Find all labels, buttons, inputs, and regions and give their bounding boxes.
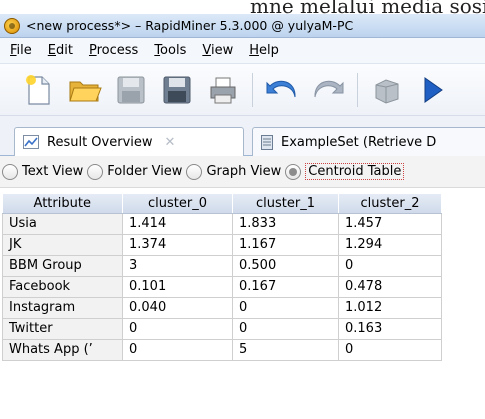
value-cell: 1.457 (338, 212, 442, 235)
value-cell: 1.012 (338, 296, 442, 319)
operator-icon[interactable] (370, 73, 404, 107)
value-cell: 1.374 (122, 233, 233, 256)
value-cell: 0.163 (338, 317, 442, 340)
value-cell: 1.414 (122, 212, 233, 235)
table-header-row: Attribute cluster_0 cluster_1 cluster_2 (2, 194, 442, 214)
menu-process[interactable]: Process (89, 43, 138, 58)
value-cell: 0 (232, 296, 339, 319)
tab-label: ExampleSet (Retrieve D (281, 134, 437, 150)
value-cell: 1.833 (232, 212, 339, 235)
attribute-cell: Facebook (2, 275, 123, 298)
value-cell: 0 (122, 317, 233, 340)
value-cell: 3 (122, 254, 233, 277)
table-row[interactable]: Usia 1.414 1.833 1.457 (2, 212, 442, 235)
menu-help[interactable]: Help (249, 43, 279, 58)
tab-label: Result Overview (47, 134, 153, 150)
attribute-cell: BBM Group (2, 254, 123, 277)
value-cell: 0 (338, 254, 442, 277)
value-cell: 0.101 (122, 275, 233, 298)
menu-file[interactable]: File (10, 43, 32, 58)
radio-button-selected[interactable] (285, 163, 302, 180)
column-header-cluster-0[interactable]: cluster_0 (122, 194, 233, 214)
result-tab-bar: Result Overview ✕ ExampleSet (Retrieve D (0, 116, 485, 156)
menu-view[interactable]: View (202, 43, 233, 58)
radio-button[interactable] (186, 163, 203, 180)
attribute-cell: Usia (2, 212, 123, 235)
table-row[interactable]: JK 1.374 1.167 1.294 (2, 233, 442, 256)
background-document-text: mne melalui media sosial menggunaka (0, 0, 485, 14)
chart-icon (23, 135, 39, 149)
centroid-table: Attribute cluster_0 cluster_1 cluster_2 … (2, 194, 442, 361)
radio-button[interactable] (2, 163, 18, 180)
value-cell: 0.500 (232, 254, 339, 277)
tab-exampleset[interactable]: ExampleSet (Retrieve D (252, 127, 485, 156)
radio-folder-view[interactable]: Folder View (87, 163, 182, 180)
run-icon[interactable] (416, 73, 450, 107)
print-icon[interactable] (206, 73, 240, 107)
table-row[interactable]: Facebook 0.101 0.167 0.478 (2, 275, 442, 298)
value-cell: 0.478 (338, 275, 442, 298)
close-icon[interactable]: ✕ (165, 135, 176, 150)
radio-graph-view[interactable]: Graph View (186, 163, 281, 180)
table-row[interactable]: BBM Group 3 0.500 0 (2, 254, 442, 277)
window-title: <new process*> – RapidMiner 5.3.000 @ yu… (26, 18, 354, 33)
value-cell: 1.167 (232, 233, 339, 256)
open-folder-icon[interactable] (68, 73, 102, 107)
save-as-icon[interactable] (160, 73, 194, 107)
attribute-cell: Twitter (2, 317, 123, 340)
toolbar-separator (252, 72, 253, 107)
new-process-icon[interactable] (22, 73, 56, 107)
toolbar (0, 64, 485, 116)
value-cell: 1.294 (338, 233, 442, 256)
value-cell: 0 (122, 338, 233, 361)
column-header-cluster-1[interactable]: cluster_1 (232, 194, 339, 214)
rapidminer-logo-icon (4, 17, 20, 34)
menu-tools[interactable]: Tools (154, 43, 186, 58)
menu-bar: File Edit Process Tools View Help (0, 38, 485, 64)
radio-centroid-table[interactable]: Centroid Table (285, 163, 405, 180)
column-header-cluster-2[interactable]: cluster_2 (338, 194, 442, 214)
view-mode-bar: Text View Folder View Graph View Centroi… (0, 156, 485, 188)
table-row[interactable]: Twitter 0 0 0.163 (2, 317, 442, 340)
table-row[interactable]: Instagram 0.040 0 1.012 (2, 296, 442, 319)
attribute-cell: Instagram (2, 296, 123, 319)
attribute-cell: JK (2, 233, 123, 256)
value-cell: 5 (232, 338, 339, 361)
menu-edit[interactable]: Edit (48, 43, 73, 58)
table-empty-area (0, 390, 485, 419)
database-icon (261, 134, 273, 150)
radio-button[interactable] (87, 163, 104, 180)
title-bar: <new process*> – RapidMiner 5.3.000 @ yu… (0, 14, 485, 38)
radio-text-view[interactable]: Text View (2, 163, 83, 180)
value-cell: 0 (338, 338, 442, 361)
column-header-attribute[interactable]: Attribute (2, 194, 123, 214)
value-cell: 0.167 (232, 275, 339, 298)
toolbar-separator (357, 72, 358, 107)
value-cell: 0 (232, 317, 339, 340)
save-icon[interactable] (114, 73, 148, 107)
table-row[interactable]: Whats App (’ 0 5 0 (2, 338, 442, 361)
undo-icon[interactable] (265, 73, 299, 107)
attribute-cell: Whats App (’ (2, 338, 123, 361)
redo-icon[interactable] (311, 73, 345, 107)
value-cell: 0.040 (122, 296, 233, 319)
tab-result-overview[interactable]: Result Overview ✕ (14, 127, 244, 156)
